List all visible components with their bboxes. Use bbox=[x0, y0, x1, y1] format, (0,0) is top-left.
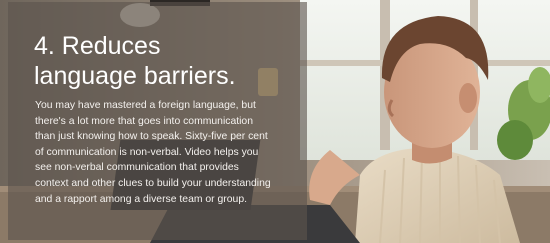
headline-line: language barriers. bbox=[34, 62, 236, 90]
body-line: see non-verbal communication that provid… bbox=[35, 162, 239, 174]
body-line: than just knowing how to speak. Sixty-fi… bbox=[35, 131, 268, 143]
slide-headline: 4. Reduces language barriers. bbox=[34, 31, 294, 91]
body-line: of communication is non-verbal. Video he… bbox=[35, 146, 259, 158]
body-line: there's a lot more that goes into commun… bbox=[35, 115, 253, 127]
body-line: context and other clues to build your un… bbox=[35, 177, 271, 189]
body-line: and a rapport among a diverse team or gr… bbox=[35, 193, 247, 205]
headline-line: 4. Reduces bbox=[34, 32, 161, 60]
feature-slide: 4. Reduces language barriers. You may ha… bbox=[0, 0, 550, 243]
slide-body-text: You may have mastered a foreign language… bbox=[35, 98, 303, 207]
body-line: You may have mastered a foreign language… bbox=[35, 100, 256, 111]
